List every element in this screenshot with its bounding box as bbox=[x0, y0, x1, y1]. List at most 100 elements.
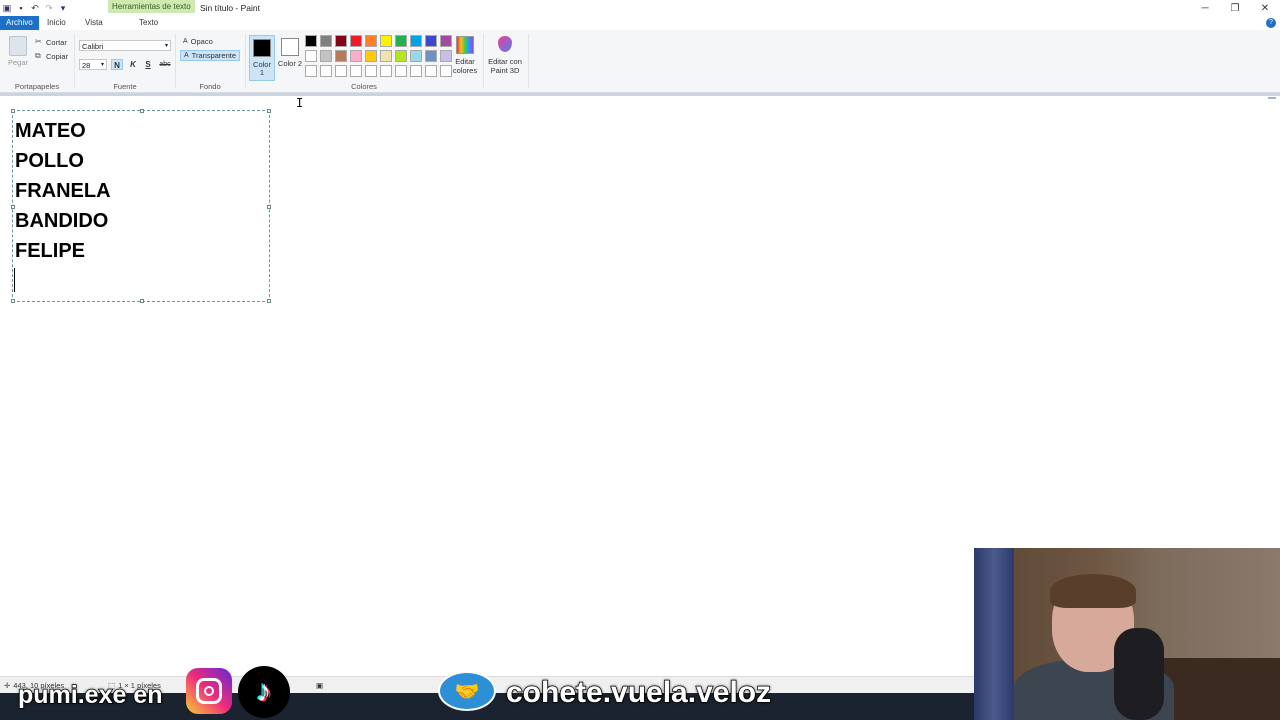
transparent-label: Transparente bbox=[191, 51, 237, 60]
paste-button[interactable]: Pegar bbox=[6, 36, 30, 72]
italic-button[interactable]: K bbox=[127, 59, 139, 70]
webcam-feed bbox=[974, 548, 1280, 720]
palette-swatch[interactable] bbox=[305, 35, 317, 47]
tab-home[interactable]: Inicio bbox=[42, 16, 71, 30]
opaque-option[interactable]: A Opaco bbox=[180, 36, 216, 47]
divider bbox=[483, 34, 484, 88]
divider bbox=[245, 34, 246, 88]
paint3d-icon bbox=[498, 36, 512, 52]
overlay-left-text: pumi.exe en bbox=[17, 680, 163, 710]
opaque-label: Opaco bbox=[190, 37, 213, 46]
group-clipboard: Pegar ✂ Cortar ⧉ Copiar Portapapeles bbox=[0, 30, 74, 92]
text-line: FRANELA bbox=[15, 180, 111, 202]
redo-icon[interactable]: ↷ bbox=[44, 3, 54, 13]
palette-swatch[interactable] bbox=[425, 50, 437, 62]
resize-handle[interactable] bbox=[267, 109, 271, 113]
ibeam-cursor-icon: I bbox=[296, 96, 304, 110]
tab-text[interactable]: Texto bbox=[134, 16, 163, 30]
palette-swatch[interactable] bbox=[380, 65, 392, 77]
palette-swatch[interactable] bbox=[410, 35, 422, 47]
customize-qat-icon[interactable]: ▾ bbox=[58, 3, 68, 13]
palette-swatch[interactable] bbox=[350, 35, 362, 47]
font-size-select[interactable]: 28 ▾ bbox=[79, 59, 107, 70]
palette-swatch[interactable] bbox=[365, 65, 377, 77]
palette-swatch[interactable] bbox=[410, 50, 422, 62]
transparent-option[interactable]: A Transparente bbox=[180, 50, 241, 61]
save-icon[interactable]: ▪ bbox=[16, 3, 26, 13]
palette-swatch[interactable] bbox=[350, 65, 362, 77]
text-line: FELIPE bbox=[15, 240, 86, 262]
resize-handle[interactable] bbox=[11, 109, 15, 113]
color1-swatch bbox=[253, 39, 271, 57]
restore-button[interactable]: ❐ bbox=[1220, 0, 1250, 16]
text-box-content[interactable]: MATEO POLLO FRANELA BANDIDO FELIPE bbox=[15, 116, 111, 266]
palette-swatch[interactable] bbox=[425, 65, 437, 77]
palette-swatch[interactable] bbox=[380, 35, 392, 47]
scroll-indicator[interactable] bbox=[1268, 97, 1276, 99]
palette-swatch[interactable] bbox=[320, 35, 332, 47]
context-tab-text-tools: Herramientas de texto bbox=[108, 0, 195, 13]
bold-button[interactable]: N bbox=[111, 59, 123, 70]
copy-icon: ⧉ bbox=[35, 51, 41, 60]
palette-swatch[interactable] bbox=[395, 65, 407, 77]
resize-handle[interactable] bbox=[267, 299, 271, 303]
palette-swatch[interactable] bbox=[335, 65, 347, 77]
edit-colors-button[interactable]: Editar colores bbox=[450, 35, 480, 75]
paint-app-icon[interactable]: ▣ bbox=[2, 3, 12, 13]
title-bar: ▣ ▪ ↶ ↷ ▾ Herramientas de texto Sin títu… bbox=[0, 0, 1280, 16]
tab-file[interactable]: Archivo bbox=[0, 16, 39, 30]
transparent-icon: A bbox=[184, 52, 189, 59]
close-button[interactable]: ✕ bbox=[1250, 0, 1280, 16]
handshake-icon: 🤝 bbox=[438, 671, 496, 711]
ribbon: Pegar ✂ Cortar ⧉ Copiar Portapapeles Fue… bbox=[0, 30, 1280, 93]
font-size-value: 28 bbox=[82, 61, 91, 70]
palette-swatch[interactable] bbox=[395, 50, 407, 62]
color-wheel-icon bbox=[456, 36, 474, 54]
palette-swatch[interactable] bbox=[305, 50, 317, 62]
palette-swatch[interactable] bbox=[305, 65, 317, 77]
minimize-button[interactable]: ─ bbox=[1190, 0, 1220, 16]
palette-swatch[interactable] bbox=[320, 50, 332, 62]
paint3d-label: Editar con Paint 3D bbox=[488, 57, 522, 75]
palette-swatch[interactable] bbox=[335, 35, 347, 47]
group-label-clipboard: Portapapeles bbox=[14, 82, 60, 91]
disk-icon: ▣ bbox=[316, 681, 324, 690]
paint3d-button[interactable]: Editar con Paint 3D bbox=[486, 35, 524, 75]
resize-handle[interactable] bbox=[140, 109, 144, 113]
paste-label: Pegar bbox=[7, 58, 28, 67]
font-family-select[interactable]: Calibri ▾ bbox=[79, 40, 171, 51]
tab-view[interactable]: Vista bbox=[80, 16, 108, 30]
strikethrough-button[interactable]: abc bbox=[157, 59, 173, 70]
microphone-icon bbox=[1114, 628, 1164, 720]
palette-swatch[interactable] bbox=[350, 50, 362, 62]
palette-swatch[interactable] bbox=[365, 35, 377, 47]
underline-button[interactable]: S bbox=[142, 59, 154, 70]
palette-swatch[interactable] bbox=[395, 35, 407, 47]
color1-button[interactable]: Color 1 bbox=[249, 35, 275, 81]
crosshair-icon: ✛ bbox=[4, 681, 11, 690]
text-caret bbox=[14, 268, 15, 292]
resize-handle[interactable] bbox=[267, 205, 271, 209]
chevron-down-icon: ▾ bbox=[100, 62, 104, 68]
scissors-icon: ✂ bbox=[35, 37, 42, 46]
resize-handle[interactable] bbox=[11, 299, 15, 303]
cut-button[interactable]: ✂ Cortar bbox=[35, 36, 67, 48]
palette-swatch[interactable] bbox=[425, 35, 437, 47]
clipboard-icon bbox=[9, 36, 27, 56]
copy-label: Copiar bbox=[46, 51, 69, 61]
window-controls: ─ ❐ ✕ bbox=[1190, 0, 1280, 16]
group-label-background: Fondo bbox=[199, 82, 221, 91]
overlay-right-text: cohete.vuela.veloz bbox=[505, 675, 772, 710]
help-icon[interactable]: ? bbox=[1266, 18, 1276, 28]
palette-swatch[interactable] bbox=[365, 50, 377, 62]
copy-button[interactable]: ⧉ Copiar bbox=[35, 50, 68, 62]
palette-swatch[interactable] bbox=[335, 50, 347, 62]
palette-swatch[interactable] bbox=[320, 65, 332, 77]
palette-swatch[interactable] bbox=[410, 65, 422, 77]
color2-button[interactable]: Color 2 bbox=[277, 35, 303, 81]
palette-swatch[interactable] bbox=[380, 50, 392, 62]
undo-icon[interactable]: ↶ bbox=[30, 3, 40, 13]
cut-label: Cortar bbox=[46, 37, 67, 47]
text-line: POLLO bbox=[15, 150, 84, 172]
resize-handle[interactable] bbox=[140, 299, 144, 303]
